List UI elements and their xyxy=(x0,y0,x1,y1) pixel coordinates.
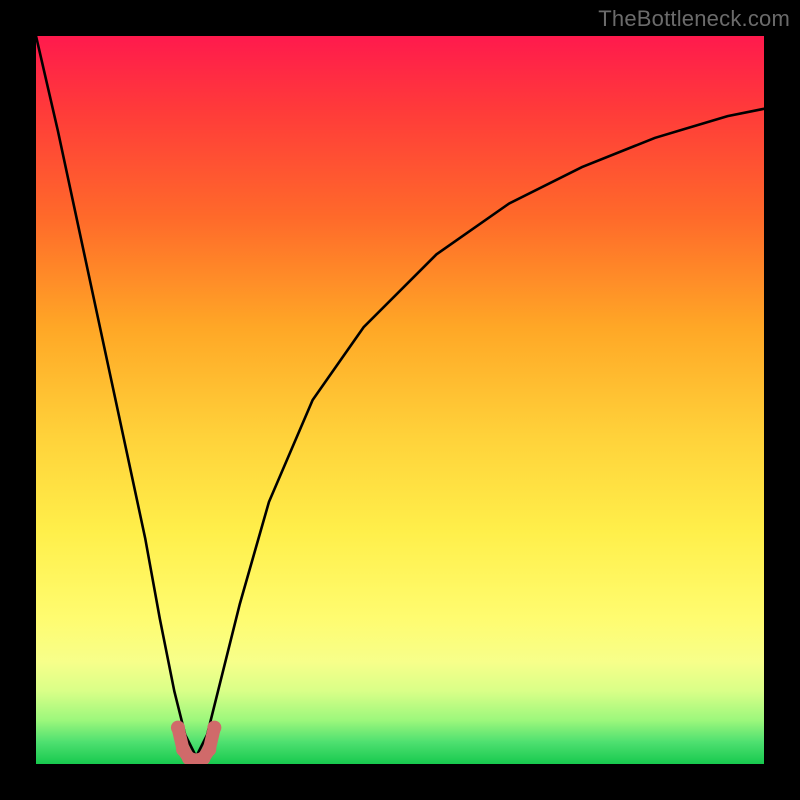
min-highlight-dot xyxy=(202,742,216,756)
chart-frame: TheBottleneck.com xyxy=(0,0,800,800)
chart-plot-area xyxy=(36,36,764,764)
bottleneck-curve-path xyxy=(36,36,764,757)
chart-svg xyxy=(36,36,764,764)
min-highlight-dot xyxy=(207,721,221,735)
min-highlight-dot xyxy=(171,721,185,735)
watermark-text: TheBottleneck.com xyxy=(598,6,790,32)
